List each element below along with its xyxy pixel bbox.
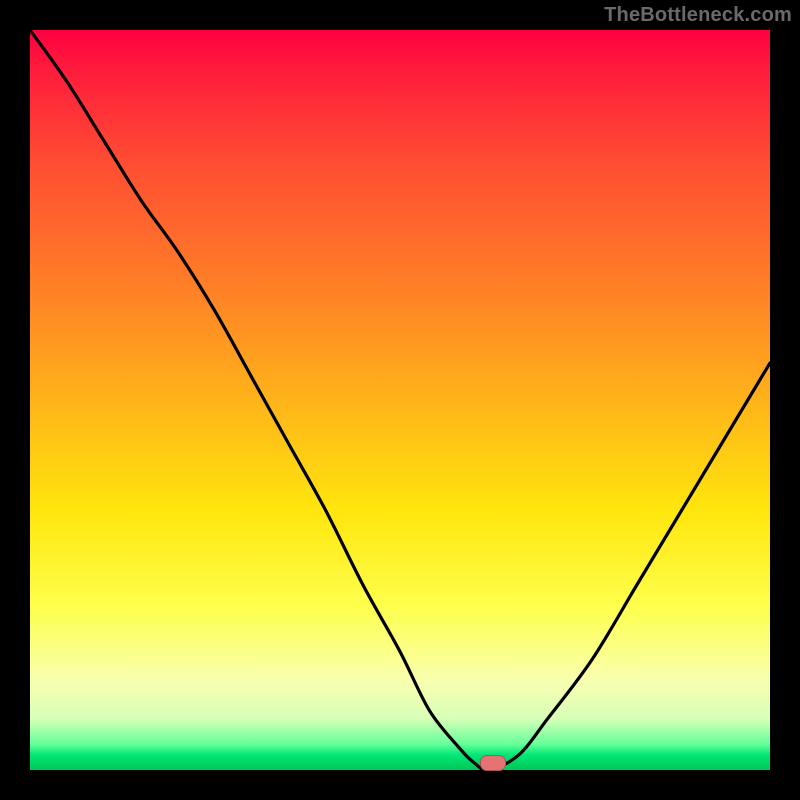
optimal-marker: [480, 755, 506, 771]
plot-area: [30, 30, 770, 770]
bottleneck-curve: [30, 30, 770, 770]
chart-container: TheBottleneck.com: [0, 0, 800, 800]
watermark-text: TheBottleneck.com: [604, 4, 792, 27]
